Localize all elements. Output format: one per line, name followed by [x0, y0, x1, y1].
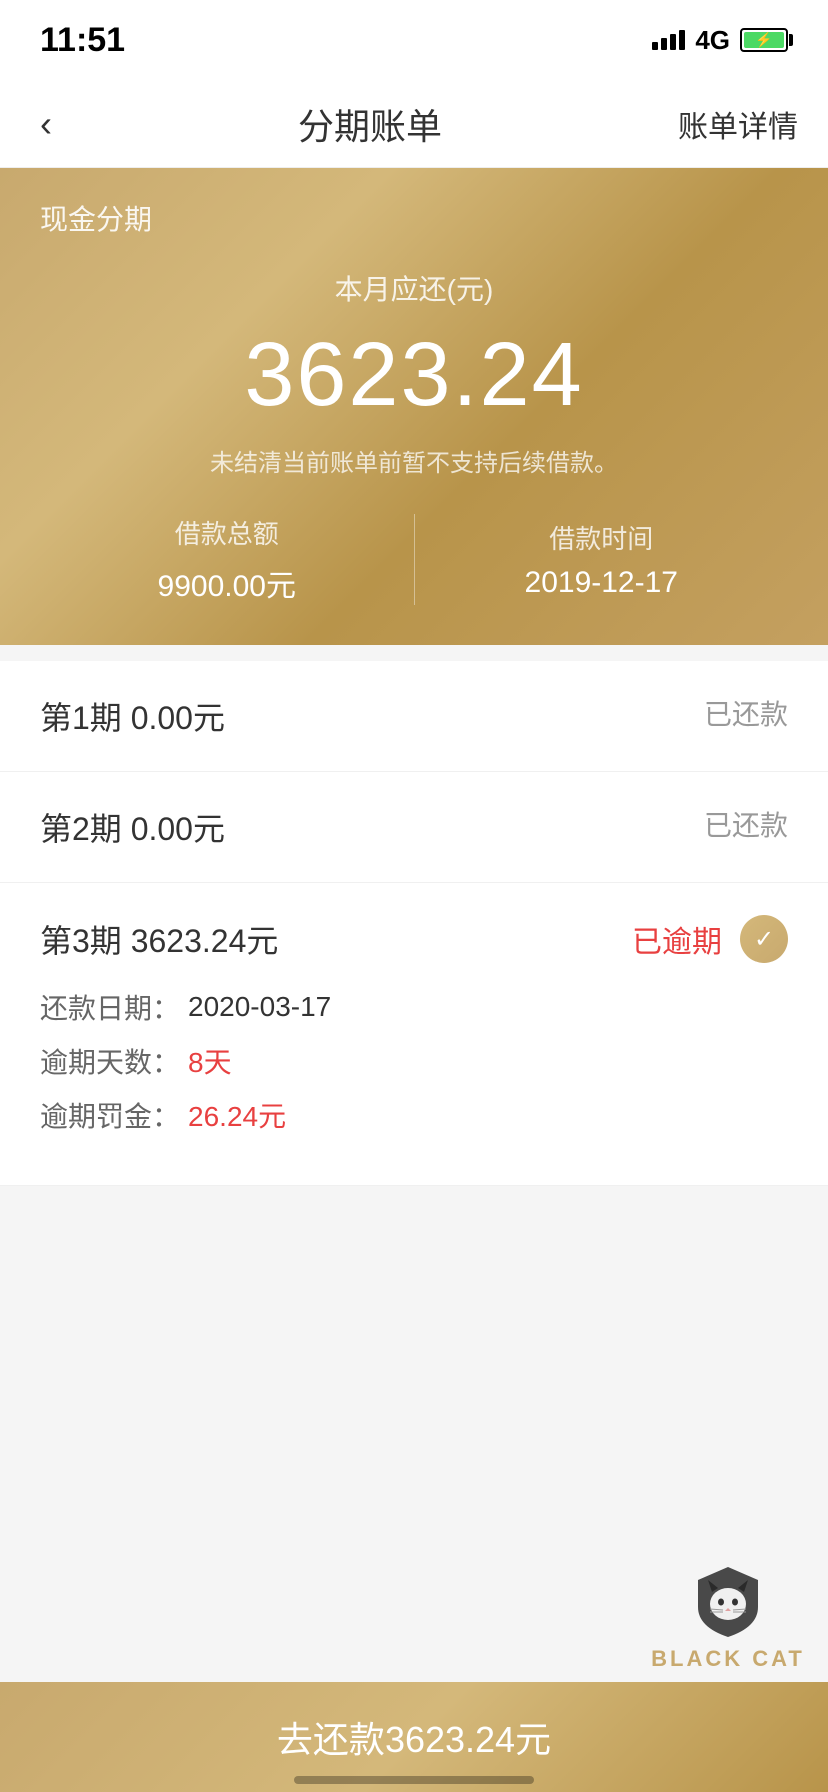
- home-indicator: [294, 1776, 534, 1784]
- content-spacer: [0, 1186, 828, 1486]
- black-cat-text: BLACK CAT: [651, 1646, 805, 1672]
- battery-icon: ⚡: [740, 28, 788, 52]
- period-label: 第1期 0.00元: [40, 693, 225, 739]
- black-cat-logo-icon: [688, 1562, 768, 1642]
- status-bar: 11:51 4G ⚡: [0, 0, 828, 80]
- overdue-fine-value: 26.24元: [188, 1095, 286, 1135]
- network-type: 4G: [695, 25, 730, 56]
- detail-button[interactable]: 账单详情: [678, 102, 798, 146]
- loan-amount-label: 借款总额: [40, 514, 414, 551]
- monthly-amount: 3623.24: [40, 324, 788, 427]
- loan-info-row: 借款总额 9900.00元 借款时间 2019-12-17: [40, 514, 788, 605]
- installment-detail: 还款日期： 2020-03-17 逾期天数： 8天 逾期罚金： 26.24元: [40, 987, 788, 1149]
- overdue-fine-row: 逾期罚金： 26.24元: [40, 1095, 788, 1135]
- loan-amount-section: 借款总额 9900.00元: [40, 514, 415, 605]
- nav-title: 分期账单: [298, 98, 442, 150]
- nav-bar: ‹ 分期账单 账单详情: [0, 80, 828, 168]
- overdue-status: 已逾期: [632, 917, 722, 961]
- status-badge: 已还款: [704, 804, 788, 844]
- status-badge: 已还款: [704, 693, 788, 733]
- period-label: 第2期 0.00元: [40, 804, 225, 850]
- notice-text: 未结清当前账单前暂不支持后续借款。: [40, 443, 788, 478]
- repay-date-row: 还款日期： 2020-03-17: [40, 987, 788, 1027]
- pay-label: 去还款: [277, 1711, 385, 1763]
- loan-amount-value: 9900.00元: [40, 561, 414, 605]
- overdue-fine-label: 逾期罚金：: [40, 1095, 180, 1135]
- overdue-days-row: 逾期天数： 8天: [40, 1041, 788, 1081]
- black-cat-watermark: BLACK CAT: [628, 1552, 828, 1682]
- table-row[interactable]: 第2期 0.00元 已还款: [0, 772, 828, 883]
- overdue-days-label: 逾期天数：: [40, 1041, 180, 1081]
- table-row[interactable]: 第3期 3623.24元 已逾期 ✓ 还款日期： 2020-03-17 逾期天数…: [0, 883, 828, 1186]
- back-button[interactable]: ‹: [30, 93, 62, 155]
- pay-amount: 3623.24元: [385, 1711, 551, 1763]
- overdue-days-value: 8天: [188, 1041, 232, 1081]
- check-icon: ✓: [740, 915, 788, 963]
- signal-icon: [652, 30, 685, 50]
- installment-list: 第1期 0.00元 已还款 第2期 0.00元 已还款 第3期 3623.24元…: [0, 661, 828, 1186]
- repay-date-value: 2020-03-17: [188, 991, 331, 1023]
- section-label: 现金分期: [40, 198, 788, 238]
- loan-date-value: 2019-12-17: [415, 566, 789, 600]
- period-label: 第3期 3623.24元: [40, 916, 278, 962]
- table-row[interactable]: 第1期 0.00元 已还款: [0, 661, 828, 772]
- gold-header: 现金分期 本月应还(元) 3623.24 未结清当前账单前暂不支持后续借款。 借…: [0, 168, 828, 645]
- month-label: 本月应还(元): [40, 268, 788, 308]
- period-row-top: 第3期 3623.24元 已逾期 ✓: [40, 915, 788, 963]
- status-icons: 4G ⚡: [652, 25, 788, 56]
- status-time: 11:51: [40, 21, 125, 60]
- loan-date-label: 借款时间: [415, 519, 789, 556]
- loan-date-section: 借款时间 2019-12-17: [415, 519, 789, 600]
- repay-date-label: 还款日期：: [40, 987, 180, 1027]
